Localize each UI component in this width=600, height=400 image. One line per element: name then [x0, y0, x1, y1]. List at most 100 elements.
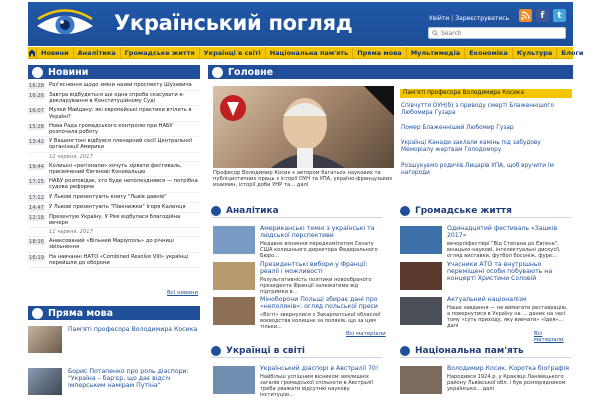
card-desc: Результативність політики новообраного п…	[260, 276, 372, 295]
nav-item-blogy[interactable]: Блоги	[557, 47, 587, 59]
card-image[interactable]	[213, 366, 255, 394]
news-text[interactable]: Роз'яснення щодо зміни назви проспекту Ш…	[49, 82, 192, 89]
main-tag-link[interactable]: Пам'яті професора Володимира Косика	[400, 89, 572, 98]
card-title[interactable]: Міноборони Польщі збирає дані про «непол…	[260, 296, 382, 311]
card-title[interactable]: Український діаспорі в Австралії 70!	[260, 365, 382, 373]
news-item[interactable]: 19:44 Колишні «регіонали» хочуть зірвати …	[28, 162, 200, 178]
news-time: 19:44	[28, 163, 45, 170]
card-image[interactable]	[400, 226, 442, 254]
card-image[interactable]	[213, 297, 255, 325]
news-title-text[interactable]: Новини	[48, 67, 88, 78]
hromadske-title-text[interactable]: Громадське життя	[415, 206, 512, 216]
analityka-card[interactable]: Американські темні з українські та людсь…	[213, 225, 382, 259]
pamyat-card[interactable]: Володимир Косик. Коротка біографія Народи…	[400, 365, 571, 394]
news-item[interactable]: 18:16 Анексований «Вільний Маріуполь» до …	[28, 237, 200, 253]
main-tag-link[interactable]: Помер Блаженніший Любомир Гузар	[401, 125, 571, 132]
news-text[interactable]: На навчанні НАТО «Combined Resolve VIII»…	[49, 254, 200, 266]
card-image[interactable]	[400, 262, 442, 290]
news-item[interactable]: 12:18 Презентую Україну. У Рімі відбулася…	[28, 213, 200, 229]
hero-image[interactable]	[213, 86, 394, 168]
news-item[interactable]: 16:07 Музей Майдану: які європейські прак…	[28, 106, 200, 122]
news-text[interactable]: У Львові презентують "Півкнижки" Ігоря К…	[49, 204, 186, 211]
register-link[interactable]: Зареєструватись	[455, 15, 509, 22]
news-date: 12 червня, 2017	[49, 153, 93, 160]
facebook-icon[interactable]: f	[536, 9, 549, 22]
card-title[interactable]: Актуальний націоналізм	[447, 296, 571, 304]
pryama-thumb[interactable]	[28, 368, 62, 395]
news-item[interactable]: 16:19 На навчанні НАТО «Combined Resolve …	[28, 253, 200, 269]
news-text[interactable]: Нова Рада громадського контролю при НАБУ…	[49, 123, 200, 135]
news-text[interactable]: У Вашингтоні відбувся пленарний сесії Це…	[49, 138, 200, 150]
news-date-divider: 11 червня, 2017	[28, 228, 200, 238]
all-analityka-link[interactable]: Всі матеріали	[346, 331, 386, 337]
nav-item-pryama[interactable]: Пряма мова	[353, 46, 407, 59]
pryama-text[interactable]: Борис Потапенко про роль діаспори: "Укра…	[68, 368, 200, 395]
pryama-thumb[interactable]	[28, 326, 62, 353]
pryama-item[interactable]: Пам'яті професора Володимира Косика	[28, 326, 200, 353]
ukrainci-title-text[interactable]: Українці в світі	[226, 346, 305, 356]
analityka-card[interactable]: Президентські вибори у Франції: реалії і…	[213, 261, 382, 295]
news-text[interactable]: Музей Майдану: які європейські практики …	[49, 107, 200, 119]
pryama-title-text[interactable]: Пряма мова	[48, 308, 113, 319]
login-link[interactable]: Увійти	[429, 15, 449, 22]
news-text[interactable]: Колишні «регіонали» хочуть зірвати фести…	[49, 163, 200, 175]
home-icon[interactable]	[28, 46, 37, 59]
ukrainci-card[interactable]: Український діаспорі в Австралії 70! Найб…	[213, 365, 382, 398]
card-image[interactable]	[213, 262, 255, 290]
card-desc: Найбільш успішним вісником землишніх заг…	[260, 373, 373, 398]
card-title[interactable]: Американські темні з українські та людсь…	[260, 225, 382, 240]
news-time: 16:07	[28, 108, 45, 115]
news-item[interactable]: 17:15 НАБУ розповідає, хто буде неполездн…	[28, 177, 200, 193]
eye-logo-icon[interactable]	[34, 8, 96, 40]
analityka-card[interactable]: Міноборони Польщі збирає дані про «непол…	[213, 296, 382, 330]
nav-item-kultura[interactable]: Культура	[513, 46, 558, 59]
card-title[interactable]: Одинадцятий фестиваль «Зашків 2017»	[447, 225, 571, 240]
nav-item-multimedia[interactable]: Мультимедіа	[407, 46, 466, 59]
main-tag-link[interactable]: Українці Канади заклали камінь під забуд…	[401, 140, 571, 154]
search-input[interactable]	[441, 29, 561, 37]
news-text[interactable]: Анексований «Вільний Маріуполь» до річни…	[49, 238, 200, 250]
search-icon[interactable]	[432, 30, 438, 36]
hromadske-card[interactable]: Учасники АТО та внутрішньо переміщені ос…	[400, 261, 571, 290]
pryama-text[interactable]: Пам'яті професора Володимира Косика	[68, 326, 197, 353]
card-title[interactable]: Президентські вибори у Франції: реалії і…	[260, 261, 382, 276]
pryama-item[interactable]: Борис Потапенко про роль діаспори: "Укра…	[28, 368, 200, 395]
news-item[interactable]: 13:42 У Вашингтоні відбувся пленарний сес…	[28, 137, 200, 153]
card-image[interactable]	[400, 297, 442, 325]
nav-item-ekonomika[interactable]: Економіка	[465, 46, 513, 59]
news-text[interactable]: Презентую Україну. У Рімі відбулася благ…	[49, 214, 200, 226]
main-tag-link[interactable]: Співчуття ОУН(б) з приводу смерті Блажен…	[401, 103, 571, 117]
card-image[interactable]	[213, 226, 255, 254]
news-text[interactable]: У Львові презентують книгу "Львів давнів…	[49, 194, 167, 201]
news-item[interactable]: 16:26 Завтра відбудеться ще одна спроба с…	[28, 91, 200, 107]
nav-item-novyny[interactable]: Новини	[37, 46, 74, 59]
all-news-link[interactable]: Всі новини	[167, 290, 198, 296]
main-title-text[interactable]: Головне	[228, 67, 273, 78]
all-hromadske-link[interactable]: Всі матеріали	[534, 331, 573, 343]
card-title[interactable]: Володимир Косик. Коротка біографія	[447, 365, 571, 373]
card-desc: «Вісті» звернулися з Закарпатської облас…	[260, 311, 381, 330]
news-text[interactable]: НАБУ розповідає, хто буде неполезднявся …	[49, 178, 200, 190]
ukrainci-section-title: Українці в світі	[211, 345, 382, 358]
nav-item-ukrainci[interactable]: Українці в світі	[200, 46, 266, 59]
card-title[interactable]: Учасники АТО та внутрішньо переміщені ос…	[447, 261, 571, 282]
main-tag-link[interactable]: Розшукуємо родичів Лицарів УПА, щоб вруч…	[401, 163, 571, 177]
news-item[interactable]: 14:47 У Львові презентують "Півкнижки" Іг…	[28, 203, 200, 213]
analityka-title-text[interactable]: Аналітика	[226, 206, 279, 216]
main-section-title: Головне	[208, 65, 573, 79]
news-item[interactable]: 15:28 Нова Рада громадського контролю при…	[28, 122, 200, 138]
nav-item-hromadske[interactable]: Громадське життя	[121, 46, 200, 59]
nav-item-pamyat[interactable]: Національна пам'ять	[266, 46, 354, 59]
hromadske-card[interactable]: Актуальний націоналізм Наше завдання — не…	[400, 296, 571, 329]
news-item[interactable]: 17:12 У Львові презентують книгу "Львів д…	[28, 193, 200, 203]
site-title[interactable]: Український погляд	[114, 11, 353, 35]
news-time: 14:47	[28, 204, 45, 211]
news-item[interactable]: 16:28 Роз'яснення щодо зміни назви проспе…	[28, 81, 200, 91]
card-image[interactable]	[400, 366, 442, 394]
twitter-icon[interactable]: t	[553, 9, 566, 22]
pamyat-title-text[interactable]: Національна пам'ять	[415, 346, 524, 356]
news-text[interactable]: Завтра відбудеться ще одна спроба скасув…	[49, 92, 200, 104]
hromadske-card[interactable]: Одинадцятий фестиваль «Зашків 2017» вечор…	[400, 225, 571, 259]
nav-item-analityka[interactable]: Аналітика	[74, 46, 121, 59]
rss-icon[interactable]	[519, 9, 532, 22]
